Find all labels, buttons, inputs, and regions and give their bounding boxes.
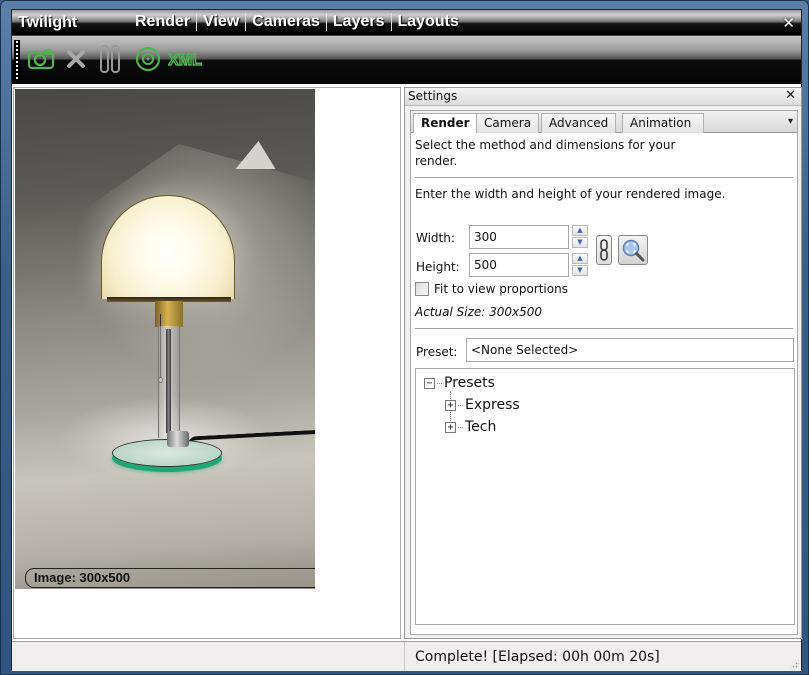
- preset-field[interactable]: [466, 338, 794, 362]
- resize-grip[interactable]: [789, 659, 799, 669]
- render-status-text: Complete! [Elapsed: 00h 00m 20s]: [415, 649, 660, 665]
- menu-layouts[interactable]: Layouts: [392, 13, 465, 31]
- height-input[interactable]: [469, 253, 569, 277]
- toolbar: XML: [12, 35, 801, 83]
- settings-tabs: Render Camera Advanced Animation ▾: [410, 110, 798, 135]
- pause-render-button[interactable]: [98, 44, 122, 74]
- tree-node-label: Tech: [465, 419, 497, 435]
- cancel-render-button[interactable]: [64, 44, 88, 74]
- app-title: Twilight: [18, 14, 78, 31]
- lamp-collar: [167, 431, 189, 447]
- xml-icon: XML: [168, 51, 202, 69]
- tabs-overflow-icon[interactable]: ▾: [788, 116, 793, 127]
- width-input[interactable]: [469, 225, 569, 249]
- chain-link-icon: [600, 239, 608, 261]
- close-icon: [67, 50, 85, 68]
- height-decrement-button[interactable]: ▼: [572, 265, 588, 276]
- actual-size-text: Actual Size: 300x500: [415, 305, 543, 319]
- settings-title: Settings: [408, 89, 458, 103]
- tab-animation[interactable]: Animation: [622, 113, 704, 134]
- fit-to-view-checkbox[interactable]: [415, 282, 429, 296]
- render-tab-content: Select the method and dimensions for you…: [410, 133, 798, 635]
- tree-node-express[interactable]: + Express: [445, 397, 520, 413]
- collapse-icon[interactable]: −: [424, 377, 435, 389]
- tree-node-label: Express: [465, 397, 520, 413]
- status-bar: Complete! [Elapsed: 00h 00m 20s]: [12, 641, 801, 671]
- width-spinner: ▲ ▼: [572, 225, 588, 249]
- disc-button[interactable]: [134, 44, 162, 74]
- expand-icon[interactable]: +: [445, 421, 456, 433]
- settings-close-button[interactable]: ✕: [785, 88, 796, 103]
- fit-to-view-label: Fit to view proportions: [434, 282, 568, 296]
- disc-icon: [135, 46, 161, 72]
- tab-advanced[interactable]: Advanced: [541, 113, 617, 134]
- tree-connector: [437, 382, 442, 384]
- settings-panel: Settings ✕ Render Camera Advanced Animat…: [404, 87, 802, 639]
- status-left-section: [12, 642, 405, 671]
- magnifier-icon: [622, 239, 645, 262]
- menu-cameras[interactable]: Cameras: [246, 13, 327, 31]
- tab-render[interactable]: Render: [413, 113, 478, 135]
- camera-icon: [27, 49, 55, 70]
- rendered-image: Image: 300x500: [15, 89, 315, 589]
- menu-render[interactable]: Render: [129, 13, 198, 31]
- app-window: Twilight Render View Cameras Layers Layo…: [0, 0, 809, 675]
- window-close-button[interactable]: ✕: [782, 14, 795, 32]
- render-preview-pane: Image: 300x500: [13, 87, 401, 639]
- menu-view[interactable]: View: [197, 13, 247, 31]
- main-menu: Render View Cameras Layers Layouts: [129, 13, 465, 31]
- svg-text:XML: XML: [168, 52, 202, 69]
- image-size-caption: Image: 300x500: [25, 568, 315, 588]
- fit-to-view-checkbox-row[interactable]: Fit to view proportions: [415, 282, 568, 296]
- render-description: Select the method and dimensions for you…: [415, 138, 676, 168]
- pause-icon: [100, 45, 120, 73]
- divider: [415, 177, 793, 178]
- width-increment-button[interactable]: ▲: [572, 225, 588, 236]
- tree-connector: [458, 404, 463, 406]
- height-spinner: ▲ ▼: [572, 253, 588, 277]
- menu-layers[interactable]: Layers: [327, 13, 392, 31]
- presets-tree: − Presets + Express + Tech: [415, 368, 795, 625]
- width-decrement-button[interactable]: ▼: [572, 237, 588, 248]
- tree-connector: [458, 426, 463, 428]
- height-label: Height:: [416, 260, 460, 274]
- tree-node-tech[interactable]: + Tech: [445, 419, 496, 435]
- link-aspect-button[interactable]: [596, 235, 612, 265]
- size-instruction: Enter the width and height of your rende…: [415, 187, 726, 201]
- settings-header: Settings ✕: [405, 88, 801, 106]
- zoom-to-fit-button[interactable]: [618, 235, 648, 265]
- toolbar-grip-handle[interactable]: [14, 40, 20, 80]
- window-content: Twilight Render View Cameras Layers Layo…: [11, 9, 802, 671]
- preset-label: Preset:: [416, 345, 458, 359]
- tree-node-presets[interactable]: − Presets: [424, 375, 495, 391]
- width-label: Width:: [416, 231, 455, 245]
- main-content: Image: 300x500 Settings ✕ Render Camera …: [12, 84, 802, 641]
- lamp-stem-rod: [166, 329, 171, 433]
- height-increment-button[interactable]: ▲: [572, 253, 588, 264]
- title-menu-bar: Twilight Render View Cameras Layers Layo…: [12, 10, 801, 35]
- render-camera-button[interactable]: [26, 44, 56, 74]
- tree-node-label: Presets: [444, 375, 495, 391]
- pyramid-object: [235, 141, 279, 169]
- tab-camera[interactable]: Camera: [476, 113, 540, 134]
- xml-export-button[interactable]: XML: [168, 44, 202, 74]
- divider: [415, 328, 793, 329]
- expand-icon[interactable]: +: [445, 399, 456, 411]
